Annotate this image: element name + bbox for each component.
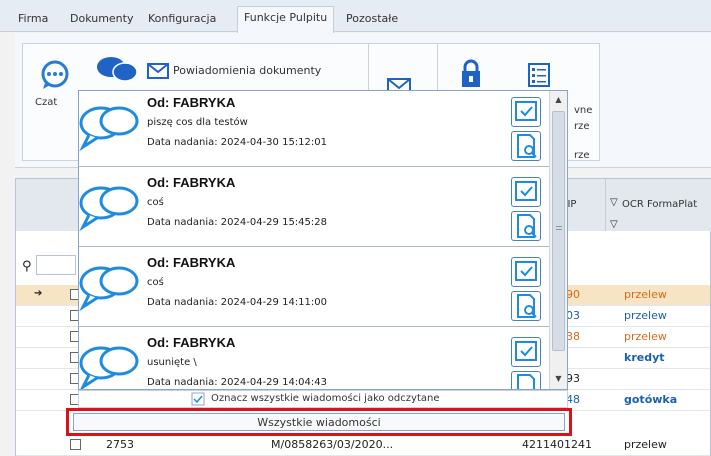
document-search-icon <box>517 134 537 158</box>
payment-cell: kredyt <box>624 351 665 364</box>
chat-label: Czat <box>35 97 58 108</box>
notifications-button[interactable]: Powiadomienia dokumenty <box>147 61 357 81</box>
nip-cell: 48 <box>566 393 580 406</box>
payment-cell: przelew <box>624 309 667 322</box>
preview-document-button[interactable] <box>511 291 541 321</box>
document-search-icon <box>517 374 535 389</box>
message-date: Data nadania: 2024-04-29 14:11:00 <box>147 297 327 308</box>
filter-row-input[interactable] <box>36 255 76 275</box>
chat-bubble-icon <box>41 60 69 89</box>
payment-cell: przelew <box>624 330 667 343</box>
mark-read-button[interactable] <box>511 257 541 287</box>
lock-icon[interactable] <box>460 59 482 89</box>
nip-cell: 4211401241 <box>522 438 592 451</box>
table-row[interactable]: 2753 M/0858263/03/2020... 4211401241 prz… <box>16 435 710 456</box>
check-icon <box>515 341 537 361</box>
scroll-down-button[interactable]: ▼ <box>551 371 566 387</box>
row-arrow-icon: ➔ <box>34 288 43 299</box>
preview-document-button[interactable] <box>511 211 541 241</box>
mark-all-read-label: Oznacz wszystkie wiadomości jako odczyta… <box>211 393 440 404</box>
message-date: Data nadania: 2024-04-29 15:45:28 <box>147 217 327 228</box>
nip-cell: 90 <box>566 288 580 301</box>
filter-icon[interactable]: ▽ <box>610 219 618 230</box>
message-sender: Od: FABRYKA <box>147 175 236 190</box>
filter-icon[interactable]: ▽ <box>610 197 618 208</box>
preview-document-button[interactable] <box>511 131 541 161</box>
check-icon <box>515 261 537 281</box>
menu-firma[interactable]: Firma <box>12 8 54 32</box>
payment-cell: gotówka <box>624 393 678 406</box>
menu-funkcje-pulpitu[interactable]: Funkcje Pulpitu <box>237 6 335 33</box>
payment-cell: przelew <box>624 438 667 451</box>
search-icon: ⚲ <box>22 259 32 274</box>
message-item[interactable]: Od: FABRYKA usunięte \ Data nadania: 202… <box>79 331 549 389</box>
column-ocr-label: OCR FormaPlat <box>622 199 698 210</box>
conversations-icon <box>97 57 138 82</box>
message-item[interactable]: Od: FABRYKA coś Data nadania: 2024-04-29… <box>79 171 549 247</box>
document-search-icon <box>517 294 537 318</box>
check-icon <box>515 101 537 121</box>
document-search-icon <box>517 214 537 238</box>
nip-cell: 03 <box>566 309 580 322</box>
message-date: Data nadania: 2024-04-30 15:12:01 <box>147 137 327 148</box>
menu-dokumenty[interactable]: Dokumenty <box>64 8 139 32</box>
message-body: coś <box>147 277 164 288</box>
ribbon-partial-label-2: rze <box>574 121 590 132</box>
chat-bubbles-icon <box>79 346 139 389</box>
chat-bubbles-icon <box>79 106 139 151</box>
scroll-up-button[interactable]: ▲ <box>551 92 566 108</box>
payment-cell: przelew <box>624 288 667 301</box>
mark-read-button[interactable] <box>511 97 541 127</box>
message-date: Data nadania: 2024-04-29 14:04:43 <box>147 377 327 388</box>
notifications-popup: Od: FABRYKA piszę cos dla testów Data na… <box>78 90 568 390</box>
chat-button[interactable]: Czat <box>29 53 74 133</box>
row-checkbox[interactable] <box>70 439 81 450</box>
all-messages-button-highlight: Wszystkie wiadomości <box>66 408 572 436</box>
chat-bubbles-icon <box>79 186 139 231</box>
message-body: usunięte \ <box>147 357 197 368</box>
menu-bar: Firma Dokumenty Konfiguracja Funkcje Pul… <box>0 0 711 33</box>
message-item[interactable]: Od: FABRYKA coś Data nadania: 2024-04-29… <box>79 251 549 327</box>
popup-scrollbar[interactable]: ▲ ▼ <box>549 91 567 389</box>
all-messages-button[interactable]: Wszystkie wiadomości <box>73 413 565 431</box>
message-sender: Od: FABRYKA <box>147 95 236 110</box>
message-sender: Od: FABRYKA <box>147 335 236 350</box>
scroll-thumb[interactable] <box>552 111 565 351</box>
mark-read-button[interactable] <box>511 177 541 207</box>
menu-pozostale[interactable]: Pozostałe <box>340 8 404 32</box>
message-sender: Od: FABRYKA <box>147 255 236 270</box>
nip-cell: 38 <box>566 330 580 343</box>
message-body: piszę cos dla testów <box>147 117 248 128</box>
notifications-label: Powiadomienia dokumenty <box>173 64 322 77</box>
preview-document-button[interactable] <box>511 371 541 389</box>
envelope-icon <box>147 63 169 79</box>
message-item[interactable]: Od: FABRYKA piszę cos dla testów Data na… <box>79 91 549 167</box>
ribbon-partial-label-3: rze <box>574 150 590 161</box>
check-icon <box>191 392 205 406</box>
list-icon[interactable] <box>528 63 550 87</box>
nip-cell: 93 <box>566 372 580 385</box>
chat-bubbles-icon <box>79 266 139 311</box>
message-body: coś <box>147 197 164 208</box>
check-icon <box>515 181 537 201</box>
menu-konfiguracja[interactable]: Konfiguracja <box>142 8 222 32</box>
ribbon-partial-label-1: vne <box>574 105 593 116</box>
mark-read-button[interactable] <box>511 337 541 367</box>
mark-all-read-bar[interactable]: Oznacz wszystkie wiadomości jako odczyta… <box>78 390 568 408</box>
column-header-ocr[interactable]: ▽ OCR FormaPlat ▽ <box>606 179 711 231</box>
document-number-cell: M/0858263/03/2020... <box>271 438 394 451</box>
id-cell: 2753 <box>106 438 134 451</box>
